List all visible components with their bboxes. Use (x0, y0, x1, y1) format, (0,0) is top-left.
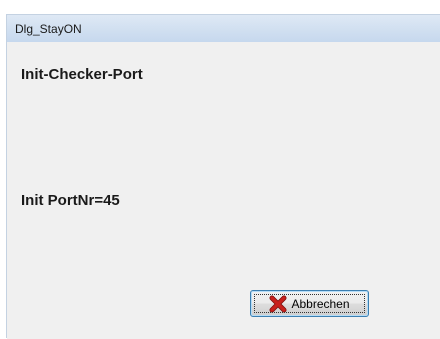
window-title: Dlg_StayON (15, 22, 82, 36)
cancel-button[interactable]: Abbrechen (250, 290, 369, 317)
title-bar[interactable]: Dlg_StayON (7, 15, 440, 42)
dialog-client-area: Init-Checker-Port Init PortNr=45 Abbrech… (7, 42, 440, 339)
dialog-window: Dlg_StayON Init-Checker-Port Init PortNr… (6, 14, 440, 339)
port-status-label: Init PortNr=45 (21, 192, 120, 209)
heading-label: Init-Checker-Port (21, 66, 143, 83)
cancel-button-label: Abbrechen (291, 296, 350, 311)
red-x-icon (269, 295, 287, 313)
